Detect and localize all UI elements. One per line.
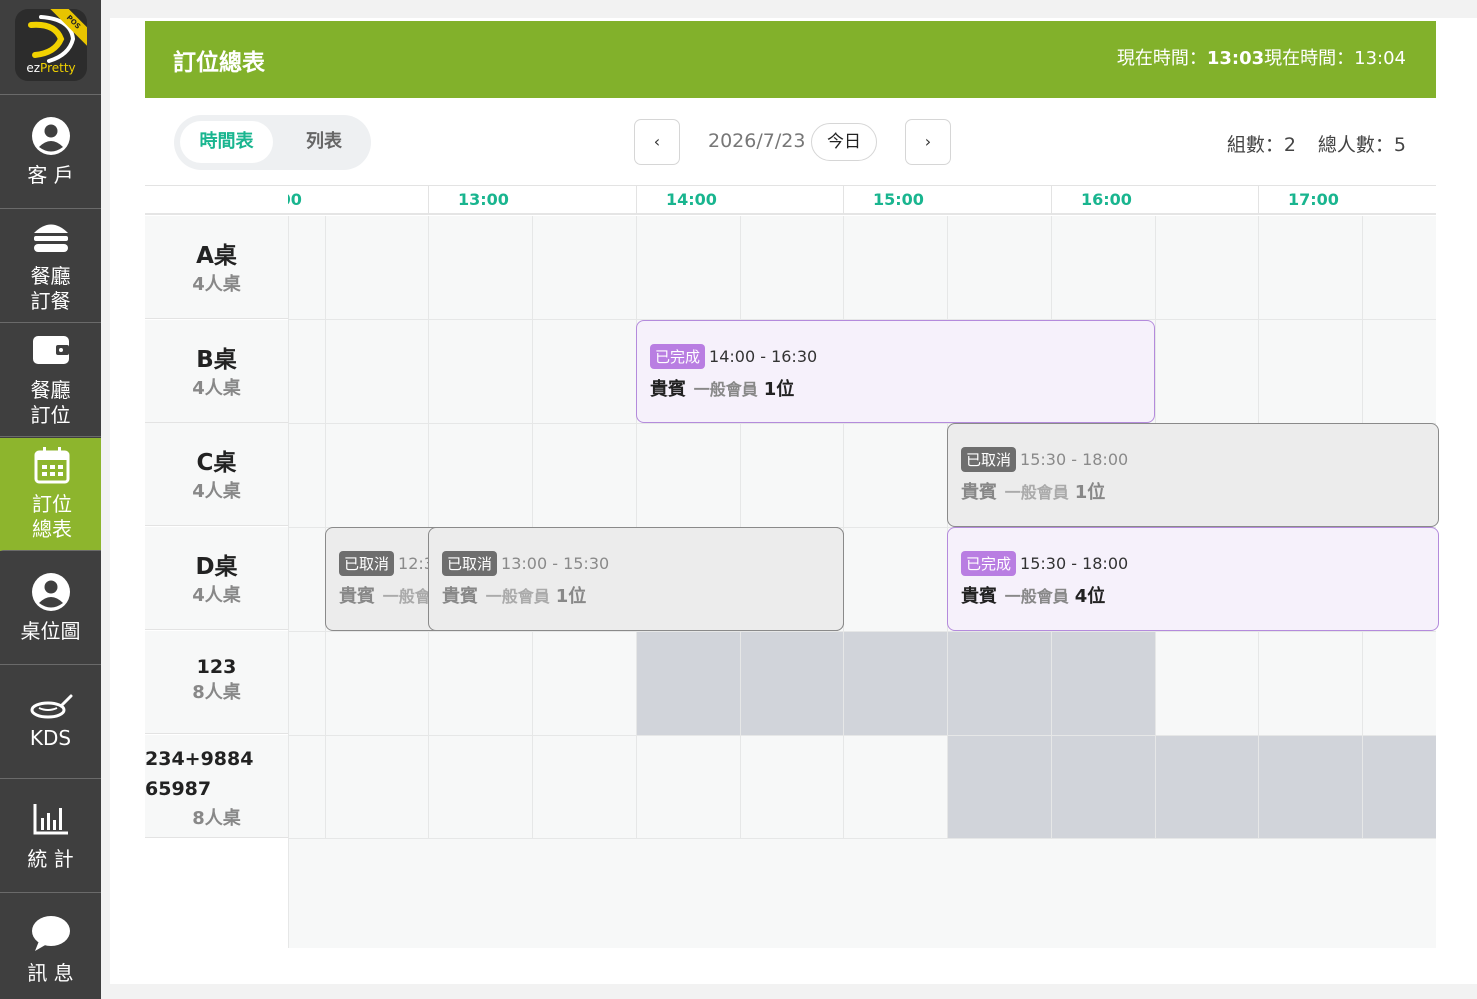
table-name: 123 [196,656,237,678]
table-capacity: 8人桌 [192,682,241,703]
reservation-card[interactable]: 已完成 14:00 - 16:30 貴賓 一般會員 1位 [636,320,1155,423]
table-name: B桌 [196,347,237,373]
timeline-tick: 14:00 [636,186,843,214]
sidebar-item-kds[interactable]: KDS [0,666,101,779]
guest-name: 貴賓 [339,586,375,607]
today-button[interactable]: 今日 [811,123,877,161]
table-capacity: 8人桌 [192,808,241,829]
status-badge: 已取消 [339,551,395,576]
guest-count: 1位 [1074,482,1106,503]
table-capacity: 4人桌 [192,481,241,502]
sidebar-item-table-map[interactable]: 桌位圖 [0,552,101,665]
timeline-header: 12:00 13:00 14:00 15:00 16:00 17:00 [145,185,1436,215]
status-badge: 已取消 [442,551,498,576]
table-name: A桌 [196,243,237,269]
next-day-button[interactable]: › [905,119,951,165]
reservation-card[interactable]: 已取消 13:00 - 15:30 貴賓 一般會員 1位 [428,527,844,631]
timeline-tick: 15:00 [843,186,1051,214]
sidebar-item-label: 統 計 [27,847,74,871]
timeline-tick: 17:00 [1258,186,1436,214]
table-capacity: 4人桌 [192,274,241,295]
sidebar-item-restaurant-order[interactable]: 餐廳 訂餐 [0,210,101,323]
member-level: 一般會員 [1004,483,1069,502]
reservation-card[interactable]: 已取消 15:30 - 18:00 貴賓 一般會員 1位 [947,423,1439,527]
sidebar-item-label: 訊 息 [27,961,74,985]
table-row-header: 123 8人桌 [145,631,288,734]
logo-area: POS ezPretty [0,0,101,95]
group-count: 組數：2 [1226,134,1296,156]
table-name: D桌 [195,554,238,580]
table-row-header: C桌 4人桌 [145,423,288,526]
status-badge: 已完成 [961,551,1017,576]
sidebar-item-restaurant-booking[interactable]: 餐廳 訂位 [0,324,101,437]
sidebar-item-label: 餐廳 訂位 [30,378,71,427]
summary-counts: 組數：2 總人數：5 [1205,130,1406,157]
timeline-tick: 12:00 [288,186,428,214]
chat-bubble-icon [0,914,101,952]
reservation-time: 15:30 - 18:00 [1020,450,1129,469]
schedule-grid: 12:00 13:00 14:00 15:00 16:00 17:00 A桌 4… [145,185,1439,948]
guest-name: 貴賓 [961,586,997,607]
sidebar-item-messages[interactable]: 訊 息 [0,894,101,999]
blocked-slot [636,631,1155,735]
table-row-header: A桌 4人桌 [145,216,288,319]
burger-icon [0,220,101,256]
reservation-time: 14:00 - 16:30 [709,347,818,366]
page-header: 訂位總表 現在時間：13:03現在時間：13:04 [145,21,1436,98]
status-badge: 已完成 [650,344,706,369]
member-level: 一般會員 [485,587,550,606]
guest-count: 1位 [763,379,795,400]
member-level: 一般會員 [693,380,758,399]
guest-name: 貴賓 [961,482,997,503]
current-date: 2026/7/23 [708,130,806,152]
tab-list[interactable]: 列表 [284,121,364,163]
guest-count: 1位 [555,586,587,607]
user-icon [0,116,101,156]
tab-timetable[interactable]: 時間表 [180,121,273,163]
sidebar-item-label: 桌位圖 [20,619,81,643]
table-row-header: B桌 4人桌 [145,320,288,423]
schedule-body: 已完成 14:00 - 16:30 貴賓 一般會員 1位 已取消 15:30 - 18… [288,216,1439,948]
prev-day-button[interactable]: ‹ [634,119,680,165]
logo-text: ezPretty [26,61,76,75]
reservation-card[interactable]: 已完成 15:30 - 18:00 貴賓 一般會員 4位 [947,527,1439,631]
table-row-header: D桌 4人桌 [145,527,288,630]
people-count: 總人數：5 [1317,134,1406,156]
ezpretty-logo[interactable]: POS ezPretty [15,9,87,81]
sidebar-item-label: KDS [29,726,72,750]
calendar-icon [3,446,101,484]
status-badge: 已取消 [961,447,1017,472]
reservation-time: 13:00 - 15:30 [501,554,610,573]
table-capacity: 4人桌 [192,378,241,399]
table-name: 234+988465987 [145,748,254,800]
view-toggle: 時間表 列表 [174,115,371,170]
wallet-icon [0,332,101,366]
sidebar-item-label: 客 戶 [27,163,74,187]
pan-icon [0,692,101,724]
table-capacity: 4人桌 [192,585,241,606]
user-icon [0,572,101,612]
table-name: C桌 [196,450,237,476]
guest-name: 貴賓 [650,379,686,400]
bar-chart-icon [0,802,101,836]
current-time: 現在時間：13:03現在時間：13:04 [1116,48,1406,69]
table-row-header: 234+988465987 8人桌 [145,735,288,838]
member-level: 一般會員 [1004,587,1069,606]
guest-count: 4位 [1074,586,1106,607]
sidebar-item-label: 訂位 總表 [32,492,72,541]
sidebar-item-booking-overview[interactable]: 訂位 總表 [0,438,101,551]
reservation-time: 15:30 - 18:00 [1020,554,1129,573]
sidebar: POS ezPretty 客 戶 餐廳 訂餐 餐廳 訂位 訂位 總表 桌位圖 K… [0,0,101,999]
guest-name: 貴賓 [442,586,478,607]
timeline-tick: 16:00 [1051,186,1258,214]
sidebar-item-statistics[interactable]: 統 計 [0,780,101,893]
sidebar-item-customers[interactable]: 客 戶 [0,96,101,209]
sidebar-item-label: 餐廳 訂餐 [30,264,71,313]
page-title: 訂位總表 [173,50,265,76]
timeline-ticks: 12:00 13:00 14:00 15:00 16:00 17:00 [288,186,1436,214]
timeline-tick: 13:00 [428,186,636,214]
